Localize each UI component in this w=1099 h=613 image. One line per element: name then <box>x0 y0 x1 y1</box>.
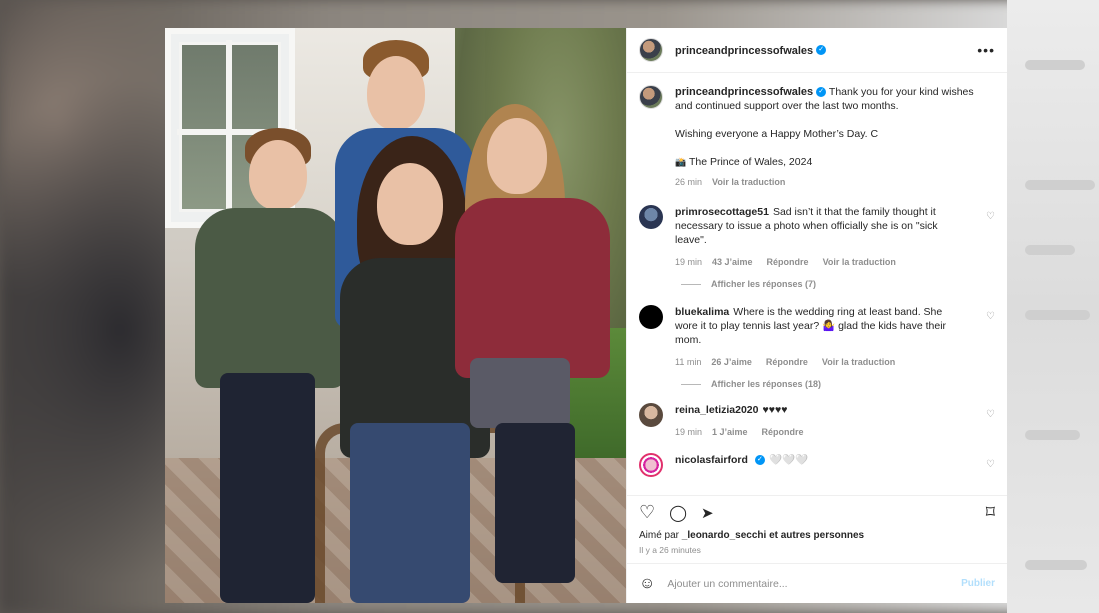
add-comment-bar: ☺ Ajouter un commentaire... Publier <box>627 563 1007 603</box>
caption-line2: Wishing everyone a Happy Mother’s Day. C <box>675 128 879 140</box>
view-replies-label[interactable]: Afficher les réponses (7) <box>711 279 816 289</box>
background-right-strip <box>1007 0 1099 613</box>
view-replies-label[interactable]: Afficher les réponses (18) <box>711 379 821 389</box>
reply-link[interactable]: Répondre <box>767 255 809 269</box>
translate-link[interactable]: Voir la traduction <box>823 255 896 269</box>
view-replies[interactable]: Afficher les réponses (18) <box>681 379 995 389</box>
more-options-icon[interactable]: ••• <box>977 42 995 58</box>
verified-icon: ✓ <box>816 87 827 98</box>
translate-link[interactable]: Voir la traduction <box>822 355 895 369</box>
likes-user[interactable]: _leonardo_secchi <box>682 530 766 541</box>
reply-link[interactable]: Répondre <box>766 355 808 369</box>
caption-username[interactable]: princeandprincessofwales <box>675 86 813 98</box>
heart-icon[interactable]: ♡ <box>639 502 655 523</box>
comment-input[interactable]: Ajouter un commentaire... <box>667 578 949 590</box>
caption-time: 26 min <box>675 177 703 187</box>
verified-icon: ✓ <box>754 455 765 466</box>
comment-like-icon[interactable]: ♡ <box>986 409 995 420</box>
comment-likes[interactable]: 26 J’aime <box>711 355 752 369</box>
commenter-username[interactable]: bluekalima <box>675 306 729 318</box>
comment-time: 19 min <box>675 257 703 267</box>
post-side-panel: princeandprincessofwales ✓ ••• princeandp… <box>626 28 1007 603</box>
likes-others[interactable]: et autres personnes <box>769 530 864 541</box>
emoji-icon[interactable]: ☺ <box>639 575 655 593</box>
commenter-username[interactable]: nicolasfairford <box>675 454 748 466</box>
instagram-post: princeandprincessofwales ✓ ••• princeandp… <box>165 28 1007 603</box>
account-username[interactable]: princeandprincessofwales <box>675 45 813 57</box>
verified-icon: ✓ <box>816 44 827 55</box>
commenter-avatar[interactable] <box>639 453 663 477</box>
comment-likes[interactable]: 43 J’aime <box>712 255 753 269</box>
comment-like-icon[interactable]: ♡ <box>986 459 995 470</box>
publish-button[interactable]: Publier <box>961 578 995 589</box>
caption-translate-link[interactable]: Voir la traduction <box>712 175 785 189</box>
commenter-avatar[interactable] <box>639 305 663 329</box>
comment-item: reina_letizia2020 ♥♥♥♥ 19 min 1 J’aime Ré… <box>639 403 995 439</box>
comment-item: nicolasfairford ✓ 🤍🤍🤍 ♡ <box>639 453 995 477</box>
commenter-avatar[interactable] <box>639 205 663 229</box>
commenter-username[interactable]: primrosecottage51 <box>675 206 769 218</box>
caption-line3: The Prince of Wales, 2024 <box>688 156 813 168</box>
comment-time: 11 min <box>675 357 702 367</box>
post-time: Il y a 26 minutes <box>639 545 701 555</box>
comment-likes[interactable]: 1 J’aime <box>712 425 748 439</box>
bookmark-icon[interactable]: ⌑ <box>986 502 995 523</box>
comment-item: primrosecottage51 Sad isn’t it that the f… <box>639 205 995 269</box>
view-replies[interactable]: Afficher les réponses (7) <box>681 279 995 289</box>
comment-like-icon[interactable]: ♡ <box>986 211 995 222</box>
comment-text: ♥♥♥♥ <box>762 404 788 416</box>
post-caption: princeandprincessofwales ✓ Thank you for … <box>639 85 995 189</box>
comment-time: 19 min <box>675 427 703 437</box>
reply-link[interactable]: Répondre <box>762 425 804 439</box>
comment-item: bluekalima Where is the wedding ring at l… <box>639 305 995 369</box>
caption-avatar[interactable] <box>639 85 663 109</box>
action-bar: ♡ ◯ ➤ ⌑ <box>627 495 1007 529</box>
comment-text: 🤍🤍🤍 <box>768 454 809 466</box>
likes-summary: Aimé par _leonardo_secchi et autres pers… <box>627 529 1007 543</box>
post-photo[interactable] <box>165 28 626 603</box>
comments-list[interactable]: princeandprincessofwales ✓ Thank you for … <box>627 73 1007 495</box>
account-avatar[interactable] <box>639 38 663 62</box>
commenter-avatar[interactable] <box>639 403 663 427</box>
camera-icon: 📸 <box>675 157 687 167</box>
commenter-username[interactable]: reina_letizia2020 <box>675 404 758 416</box>
share-icon[interactable]: ➤ <box>701 504 714 522</box>
comment-icon[interactable]: ◯ <box>669 503 687 523</box>
likes-prefix: Aimé par <box>639 530 680 541</box>
post-header: princeandprincessofwales ✓ ••• <box>627 28 1007 73</box>
comment-like-icon[interactable]: ♡ <box>986 311 995 322</box>
